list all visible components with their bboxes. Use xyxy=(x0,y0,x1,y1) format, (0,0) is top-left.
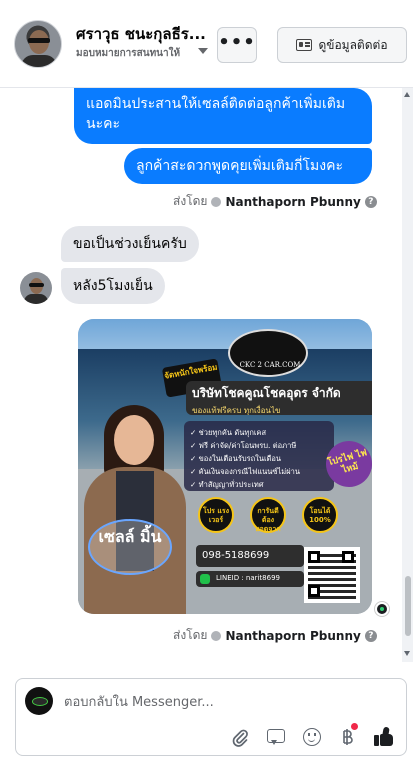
sent-by-label: ส่งโดย Nanthaporn Pbunny ? xyxy=(173,192,377,211)
poster-line-id: LINEID : narit8699 xyxy=(196,571,304,587)
image-message[interactable]: CKC 2 CAR.COM จัดหนักใจพร้อม บริษัทโชคคู… xyxy=(78,319,372,614)
payment-icon[interactable] xyxy=(337,723,358,747)
poster-sales-label: เซลล์ มิ้น xyxy=(88,519,172,575)
poster-benefit: ✓ ช่วยทุกคัน ดันทุกเคส xyxy=(190,428,267,437)
scroll-up-icon[interactable] xyxy=(404,92,410,97)
contact-avatar-small[interactable] xyxy=(20,272,52,304)
sent-by-label: ส่งโดย Nanthaporn Pbunny ? xyxy=(173,626,377,645)
outgoing-message[interactable]: ลูกค้าสะดวกพูดคุยเพิ่มเติมกี่โมงคะ xyxy=(124,148,372,184)
attach-icon[interactable] xyxy=(230,727,250,747)
poster-benefit: ✓ ฟรี ค่าจัด/ค่าโอนพรบ. ต่อภาษี xyxy=(190,441,297,450)
poster-benefit: ✓ ของในเตือนรับรถในเดือน xyxy=(190,454,282,463)
outgoing-message[interactable]: แอดมินประสานให้เซลล์ติดต่อลูกค้าเพิ่มเติ… xyxy=(74,88,372,144)
contact-name[interactable]: ศราวุธ ชนะกุลธีร... xyxy=(76,22,216,46)
incoming-message[interactable]: ขอเป็นช่วงเย็นครับ xyxy=(61,226,199,262)
poster-benefit: ✓ ทำสัญญาทั่วประเทศ xyxy=(190,480,264,489)
chevron-down-icon[interactable] xyxy=(198,48,208,54)
view-contact-button[interactable]: ดูข้อมูลติดต่อ xyxy=(277,27,407,63)
messenger-conversation: ศราวุธ ชนะกุลธีร... มอบหมายการสนทนาให้ •… xyxy=(0,0,413,762)
poster-badges: โปร แรง เวอร์ การันตี ต้อง ยอดจาก โอนได้… xyxy=(196,497,346,537)
quick-reply-icon[interactable] xyxy=(266,727,286,747)
help-icon[interactable]: ? xyxy=(364,195,377,208)
contact-avatar[interactable] xyxy=(14,20,62,68)
page-avatar xyxy=(25,687,53,715)
poster-company: บริษัทโชคคูณโชคอุดร จำกัด ของแท้ฟรีครบ ท… xyxy=(186,381,372,415)
notification-dot xyxy=(351,723,358,730)
scroll-down-icon[interactable] xyxy=(404,651,410,656)
contact-card-icon xyxy=(296,39,313,51)
poster-badge: โอนได้ 100% xyxy=(302,497,338,533)
emoji-icon[interactable] xyxy=(302,727,322,747)
agent-status-icon xyxy=(211,630,222,641)
view-contact-label: ดูข้อมูลติดต่อ xyxy=(318,37,388,52)
conversation-header: ศราวุธ ชนะกุลธีร... มอบหมายการสนทนาให้ •… xyxy=(0,0,413,88)
qr-code xyxy=(304,547,360,603)
scroll-thumb[interactable] xyxy=(405,576,411,636)
assign-conversation[interactable]: มอบหมายการสนทนาให้ xyxy=(76,46,180,61)
like-icon[interactable] xyxy=(374,726,394,747)
scrollbar[interactable] xyxy=(402,88,413,662)
poster-badge: การันตี ต้อง ยอดจาก xyxy=(250,497,286,533)
poster-phone: 098-5188699 xyxy=(196,545,304,567)
help-icon[interactable]: ? xyxy=(364,629,377,642)
agent-status-icon xyxy=(211,196,222,207)
agent-name: Nanthaporn Pbunny xyxy=(225,194,361,209)
poster-badge: โปร แรง เวอร์ xyxy=(198,497,234,533)
reply-composer xyxy=(15,678,407,756)
poster-salesperson-photo xyxy=(80,405,190,614)
poster-benefit: ✓ คันเงินจองกรณีไฟแนนซ์ไม่ผ่าน xyxy=(190,467,300,476)
message-list: แอดมินประสานให้เซลล์ติดต่อลูกค้าเพิ่มเติ… xyxy=(0,88,400,662)
seen-avatar-icon xyxy=(375,602,389,616)
more-icon: ••• xyxy=(218,32,256,53)
poster-logo: CKC 2 CAR.COM xyxy=(228,329,308,377)
incoming-message[interactable]: หลัง5โมงเย็น xyxy=(61,268,165,304)
more-button[interactable]: ••• xyxy=(217,27,257,63)
line-app-icon xyxy=(200,574,210,584)
reply-input[interactable] xyxy=(64,693,364,711)
agent-name: Nanthaporn Pbunny xyxy=(225,628,361,643)
